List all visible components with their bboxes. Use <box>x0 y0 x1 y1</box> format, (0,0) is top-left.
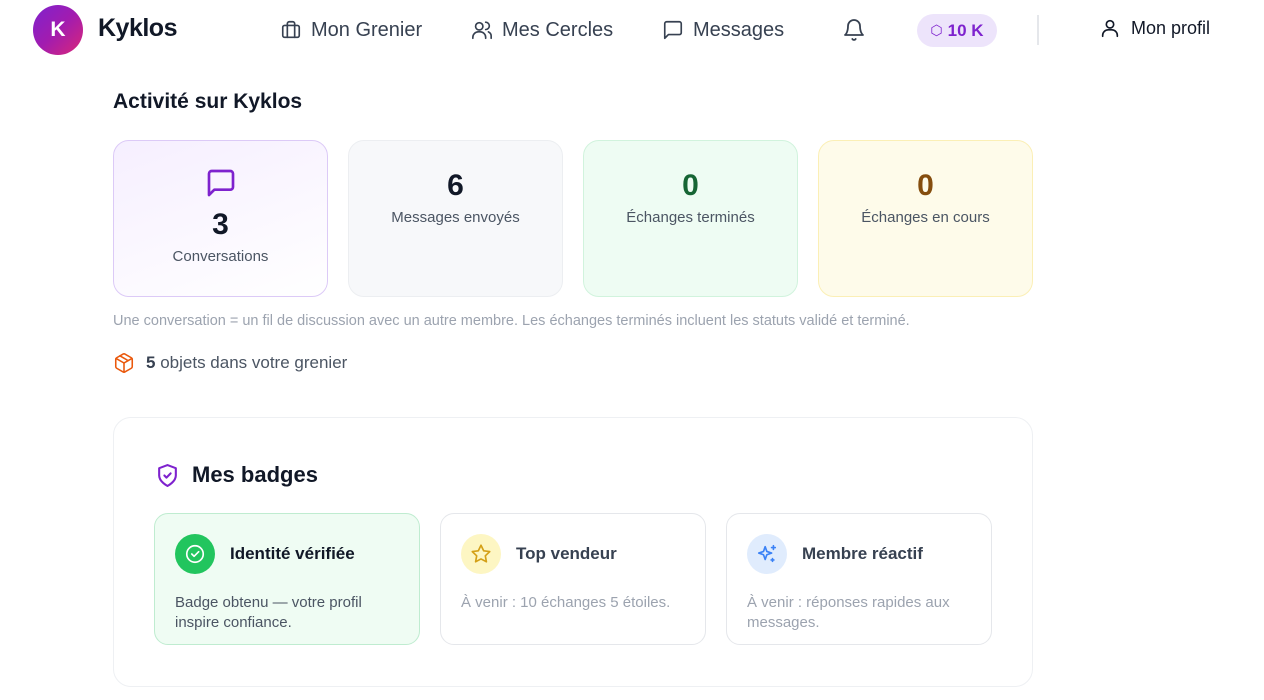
badges-title-text: Mes badges <box>192 462 318 487</box>
nav-mon-grenier[interactable]: Mon Grenier <box>280 16 422 44</box>
points-badge[interactable]: ⬡ 10 K <box>917 14 997 47</box>
badge-name: Membre réactif <box>802 544 923 563</box>
stat-card-exchanges-done: 0 Échanges terminés <box>583 140 798 297</box>
hexagon-icon: ⬡ <box>930 22 943 38</box>
sparkles-icon <box>747 534 787 574</box>
objects-count: 5 <box>146 353 156 372</box>
stat-label: Messages envoyés <box>391 209 520 226</box>
message-square-icon <box>663 20 683 40</box>
badge-identity-verified[interactable]: Identité vérifiée Badge obtenu — votre p… <box>154 513 420 645</box>
stat-value: 0 <box>917 169 934 202</box>
stat-card-exchanges-in-progress: 0 Échanges en cours <box>818 140 1033 297</box>
badge-description: À venir : 10 échanges 5 étoiles. <box>461 594 671 611</box>
profile-label: Mon profil <box>1131 17 1211 38</box>
activity-title: Activité sur Kyklos <box>113 90 303 113</box>
stat-value: 6 <box>447 169 464 202</box>
header-divider <box>1037 15 1039 45</box>
top-header: K Kyklos Mon Grenier Mes Cercles Message… <box>0 0 1264 62</box>
check-circle-icon <box>175 534 215 574</box>
stat-label: Conversations <box>172 248 269 265</box>
badge-reactive-member[interactable]: Membre réactif À venir : réponses rapide… <box>726 513 992 645</box>
profile-link[interactable]: Mon profil <box>1099 17 1210 39</box>
objects-summary: 5 objets dans votre grenier <box>113 352 347 374</box>
brand-name[interactable]: Kyklos <box>98 14 177 43</box>
stat-label: Échanges terminés <box>626 209 755 226</box>
badge-description: À venir : réponses rapides aux messages. <box>747 594 950 631</box>
nav-label: Messages <box>693 18 785 41</box>
badge-description: Badge obtenu — votre profil inspire conf… <box>175 594 362 631</box>
briefcase-icon <box>281 20 301 39</box>
stat-value: 3 <box>212 208 229 241</box>
badge-top-seller[interactable]: Top vendeur À venir : 10 échanges 5 étoi… <box>440 513 706 645</box>
nav-label: Mes Cercles <box>502 18 614 41</box>
nav-label: Mon Grenier <box>311 18 423 41</box>
users-icon <box>472 21 492 40</box>
logo-avatar[interactable]: K <box>33 5 83 55</box>
user-icon <box>1101 19 1119 38</box>
package-icon <box>114 353 134 373</box>
badges-heading: Mes badges <box>155 462 318 488</box>
bell-icon <box>844 19 864 41</box>
shield-check-icon <box>158 463 177 487</box>
star-icon <box>461 534 501 574</box>
stat-card-conversations[interactable]: 3 Conversations <box>113 140 328 297</box>
objects-text: objets dans votre grenier <box>160 353 348 372</box>
stat-label: Échanges en cours <box>861 209 990 226</box>
badge-name: Top vendeur <box>516 544 617 563</box>
notifications-button[interactable] <box>842 18 866 42</box>
message-square-icon <box>205 167 237 204</box>
activity-note: Une conversation = un fil de discussion … <box>113 313 910 329</box>
nav-mes-cercles[interactable]: Mes Cercles <box>471 16 613 44</box>
stat-card-messages: 6 Messages envoyés <box>348 140 563 297</box>
stat-value: 0 <box>682 169 699 202</box>
nav-messages[interactable]: Messages <box>662 16 784 44</box>
points-value: 10 K <box>947 20 984 40</box>
badge-name: Identité vérifiée <box>230 544 355 563</box>
